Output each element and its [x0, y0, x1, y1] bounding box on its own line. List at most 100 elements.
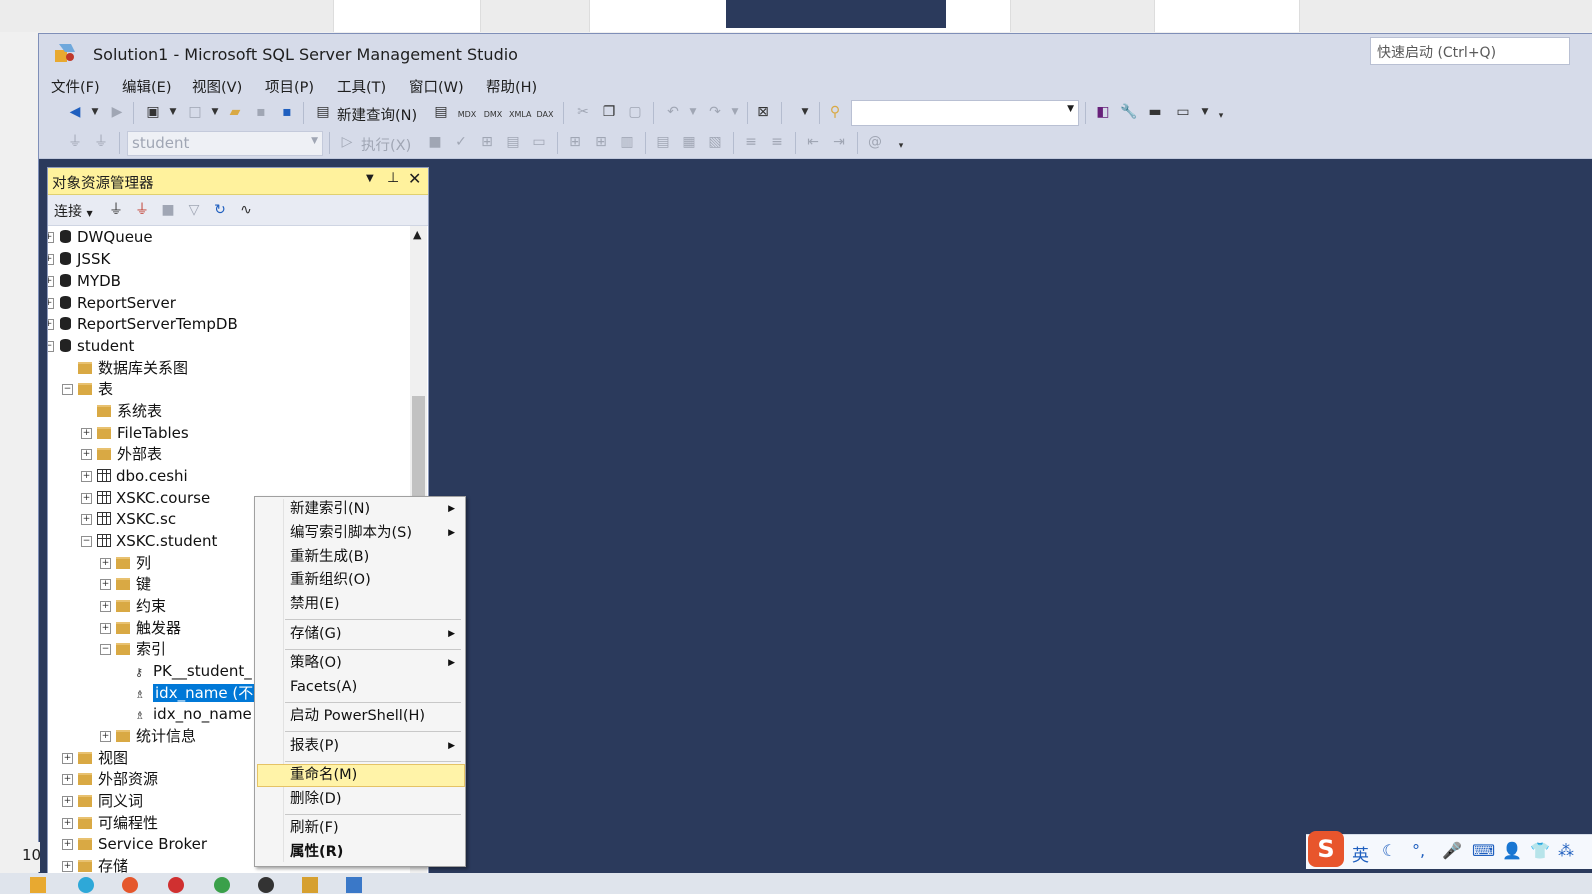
menu-view[interactable]: 视图(V) [192, 76, 242, 97]
database-engine-query-icon[interactable]: ▤ [431, 102, 451, 122]
close-icon[interactable]: ✕ [408, 169, 421, 188]
expand-icon[interactable]: + [48, 276, 54, 287]
database-selector[interactable]: student ▼ [127, 131, 323, 156]
app-icon[interactable] [122, 877, 138, 893]
tree-node-database[interactable]: + ReportServerTempDB [48, 314, 238, 335]
estimated-plan-icon[interactable]: ⊞ [565, 132, 585, 152]
disconnect-icon[interactable]: ⏚ [132, 200, 152, 220]
expand-icon[interactable]: + [81, 514, 92, 525]
menu-window[interactable]: 窗口(W) [409, 76, 464, 97]
user-icon[interactable]: 👤 [1502, 841, 1522, 860]
uncomment-icon[interactable]: ≡ [767, 132, 787, 152]
connect-plug-icon[interactable]: ⏚ [65, 132, 85, 152]
intellisense-icon[interactable]: ▭ [529, 132, 549, 152]
menu-item-refresh[interactable]: 刷新(F) [257, 817, 463, 840]
change-connection-icon[interactable]: ⏚ [91, 132, 111, 152]
collapse-icon[interactable]: − [62, 384, 73, 395]
menu-item-reorganize[interactable]: 重新组织(O) [257, 569, 463, 592]
tree-node-folder[interactable]: − 表 [62, 379, 113, 400]
tree-node-folder[interactable]: + 统计信息 [100, 726, 196, 747]
ime-mode-label[interactable]: 英 [1352, 841, 1369, 866]
menu-item-disable[interactable]: 禁用(E) [257, 593, 463, 616]
tree-node-database[interactable]: + MYDB [48, 271, 121, 292]
stop-icon[interactable]: ■ [425, 132, 445, 152]
expand-icon[interactable]: + [48, 232, 54, 243]
tree-node-folder[interactable]: + 列 [100, 553, 151, 574]
save-all-icon[interactable]: ▪ [277, 102, 297, 122]
tree-node-folder[interactable]: + FileTables [81, 423, 189, 444]
tree-node-table[interactable]: + XSKC.course [81, 488, 210, 509]
solution-explorer-icon[interactable]: ◧ [1093, 102, 1113, 122]
results-to-file-icon[interactable]: ▧ [705, 132, 725, 152]
tree-node-folder[interactable]: + 约束 [100, 596, 166, 617]
expand-icon[interactable]: + [100, 558, 111, 569]
expand-icon[interactable]: + [62, 839, 73, 850]
new-project-icon[interactable]: ▣ [143, 102, 163, 122]
menu-item-rebuild[interactable]: 重新生成(B) [257, 546, 463, 569]
expand-icon[interactable]: + [48, 319, 54, 330]
tree-node-primary-key[interactable]: ⚷ PK__student_ [135, 661, 252, 682]
app-icon[interactable] [78, 877, 94, 893]
toolbox-icon[interactable]: ▬ [1145, 102, 1165, 122]
tree-node-folder[interactable]: + 外部资源 [62, 769, 158, 790]
copy-icon[interactable]: ❐ [599, 102, 619, 122]
tree-node-database[interactable]: − student [48, 336, 134, 357]
expand-icon[interactable]: + [62, 753, 73, 764]
comment-icon[interactable]: ≡ [741, 132, 761, 152]
moon-icon[interactable]: ☾ [1382, 841, 1396, 860]
chevron-down-icon[interactable]: ▼ [1067, 104, 1074, 114]
expand-icon[interactable]: + [62, 774, 73, 785]
skin-shirt-icon[interactable]: 👕 [1530, 841, 1550, 860]
expand-icon[interactable]: + [48, 254, 54, 265]
app-icon[interactable] [302, 877, 318, 893]
tree-node-folder[interactable]: + Service Broker [62, 834, 207, 855]
paste-icon[interactable]: ▢ [625, 102, 645, 122]
connect-button[interactable]: 连接 ▼ [54, 201, 93, 221]
collapse-icon[interactable]: − [81, 536, 92, 547]
expand-icon[interactable]: + [81, 449, 92, 460]
toolbar-overflow-icon[interactable]: ▾ [1211, 106, 1231, 126]
dropdown-arrow-icon[interactable]: ▼ [683, 102, 703, 122]
menu-tools[interactable]: 工具(T) [337, 76, 386, 97]
menu-item-reports[interactable]: 报表(P) ▶ [257, 735, 463, 758]
file-explorer-icon[interactable] [30, 877, 46, 893]
results-to-text-icon[interactable]: ▤ [653, 132, 673, 152]
toolbar-overflow-icon[interactable]: ▾ [891, 136, 911, 156]
activity-monitor-icon[interactable]: ⊠ [753, 102, 773, 122]
app-icon[interactable] [346, 877, 362, 893]
expand-icon[interactable]: + [62, 861, 73, 872]
toolbox-grid-icon[interactable]: ⁂ [1558, 841, 1574, 860]
tree-node-database[interactable]: + ReportServer [48, 293, 176, 314]
stop-icon[interactable]: ■ [158, 200, 178, 220]
menu-item-delete[interactable]: 删除(D) [257, 788, 463, 811]
menu-item-script-index[interactable]: 编写索引脚本为(S) ▶ [257, 522, 463, 545]
scroll-up-icon[interactable]: ▲ [413, 228, 421, 241]
results-to-grid-icon[interactable]: ▦ [679, 132, 699, 152]
save-icon[interactable]: ▪ [251, 102, 271, 122]
query-plan-icon[interactable]: ⊞ [477, 132, 497, 152]
menu-project[interactable]: 项目(P) [265, 76, 314, 97]
increase-indent-icon[interactable]: ⇥ [829, 132, 849, 152]
window-position-dropdown-icon[interactable]: ▼ [366, 173, 374, 184]
pin-icon[interactable]: ⊥ [387, 170, 399, 186]
decrease-indent-icon[interactable]: ⇤ [803, 132, 823, 152]
menu-item-storage[interactable]: 存储(G) ▶ [257, 623, 463, 646]
app-icon[interactable] [214, 877, 230, 893]
expand-icon[interactable]: + [100, 731, 111, 742]
filter-icon[interactable]: ▽ [184, 200, 204, 220]
tree-node-database[interactable]: + JSSK [48, 249, 110, 270]
menu-item-new-index[interactable]: 新建索引(N) ▶ [257, 498, 463, 521]
tree-node-folder[interactable]: + 同义词 [62, 791, 143, 812]
punctuation-icon[interactable]: °, [1412, 841, 1425, 860]
expand-icon[interactable]: + [100, 601, 111, 612]
connect-plug-icon[interactable]: ⏚ [106, 200, 126, 220]
tree-node-table[interactable]: + dbo.ceshi [81, 466, 188, 487]
app-icon[interactable] [168, 877, 184, 893]
add-item-icon[interactable]: □ [185, 102, 205, 122]
tree-node-folder[interactable]: 数据库关系图 [78, 358, 188, 379]
open-file-icon[interactable]: ▰ [225, 102, 245, 122]
microphone-icon[interactable]: 🎤 [1442, 841, 1462, 860]
tree-node-folder[interactable]: + 可编程性 [62, 813, 158, 834]
search-combo[interactable]: ▼ [851, 100, 1079, 126]
chevron-down-icon[interactable]: ▼ [311, 136, 318, 146]
